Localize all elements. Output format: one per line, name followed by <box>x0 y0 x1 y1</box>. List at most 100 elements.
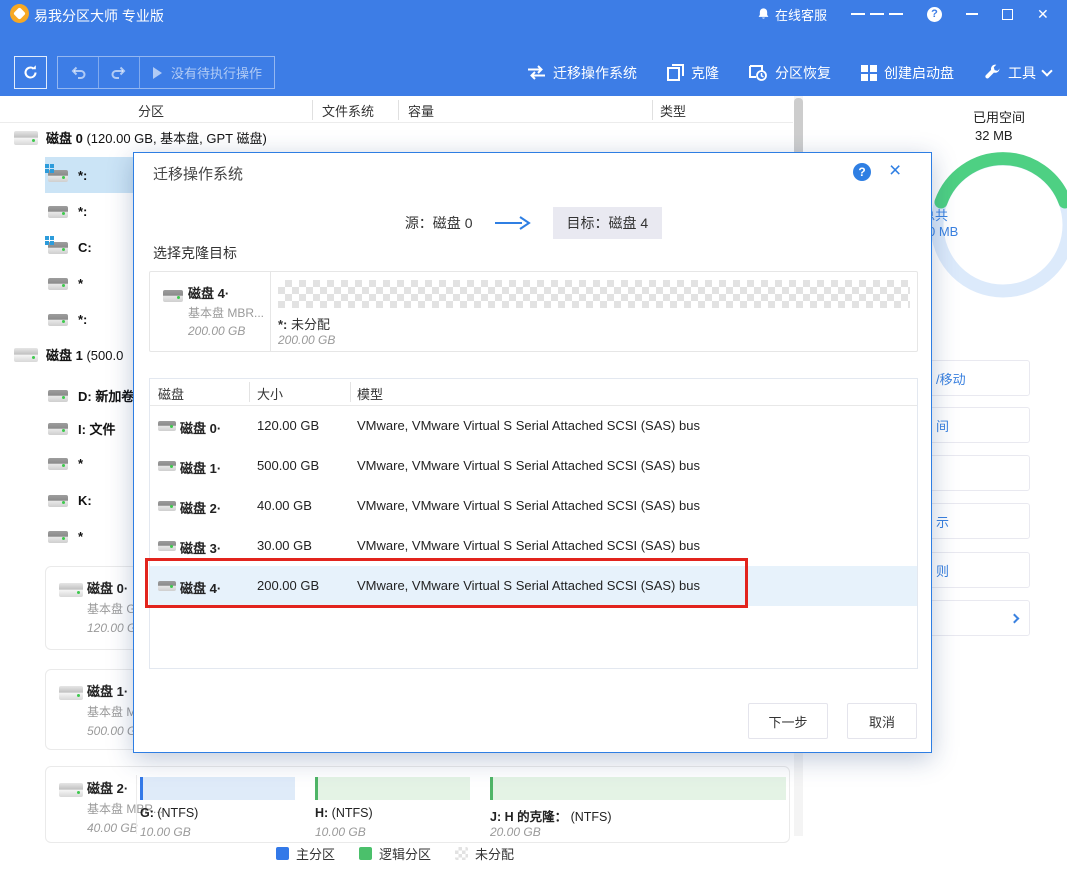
disk-icon <box>59 583 83 597</box>
partition-label-G: G: (NTFS) <box>140 806 198 820</box>
disk-icon <box>158 581 176 591</box>
disk-icon <box>163 290 183 302</box>
windows-badge-icon <box>45 236 49 240</box>
minimize-button[interactable] <box>966 13 978 15</box>
partition-label: *: <box>78 204 87 219</box>
disk-icon <box>14 348 38 362</box>
disk-table-row-4-selected[interactable]: 磁盘 4· 200.00 GB VMware, VMware Virtual S… <box>150 566 917 606</box>
migrate-os-button[interactable]: 迁移操作系统 <box>527 63 637 83</box>
help-button[interactable]: ? <box>927 7 942 22</box>
maximize-button[interactable] <box>1002 9 1013 20</box>
tree-partition-item[interactable]: *: <box>48 312 87 327</box>
source-target-row: 源：磁盘 0 目标：磁盘 4 <box>134 207 933 239</box>
partition-recovery-icon <box>749 64 768 81</box>
table-header-model: 模型 <box>357 384 383 403</box>
undo-icon <box>70 66 86 80</box>
partition-label: * <box>78 276 83 291</box>
partition-icon <box>48 423 68 435</box>
create-bootdisk-button[interactable]: 创建启动盘 <box>861 63 954 83</box>
tree-partition-item[interactable]: *: <box>48 168 87 183</box>
chevron-right-icon <box>1010 613 1020 623</box>
partition-label: *: <box>78 168 87 183</box>
cell-model: VMware, VMware Virtual S Serial Attached… <box>357 578 700 593</box>
partition-bar-J[interactable] <box>490 777 786 800</box>
legend-primary: 主分区 <box>276 844 335 863</box>
partition-icon <box>48 206 68 218</box>
execute-operations-button[interactable]: 没有待执行操作 <box>140 57 274 88</box>
unallocated-label: *: 未分配 <box>278 314 330 333</box>
cell-size: 500.00 GB <box>257 458 319 473</box>
partition-bar-H[interactable] <box>315 777 470 800</box>
app-window: 已用空间 32 MB 总共 0 MB /移动 间 示 则 易我分区大师 专业版 … <box>0 0 1067 876</box>
online-service-button[interactable]: 在线客服 <box>757 5 827 24</box>
tree-partition-item[interactable]: *: <box>48 204 87 219</box>
target-disk-card: 磁盘 4· 基本盘 MBR... 200.00 GB *: 未分配 200.00… <box>149 271 918 352</box>
partition-bar-G[interactable] <box>140 777 295 800</box>
maximize-icon <box>1002 9 1013 20</box>
tree-partition-item[interactable]: * <box>48 456 83 471</box>
partition-label: *: <box>78 312 87 327</box>
dialog-title: 迁移操作系统 <box>153 163 243 184</box>
disk-name: 磁盘 0 <box>46 131 83 146</box>
partition-recovery-button[interactable]: 分区恢复 <box>749 63 831 83</box>
card-divider <box>270 272 271 351</box>
create-bootdisk-label: 创建启动盘 <box>884 63 954 83</box>
disk-card-name: 磁盘 2· <box>87 778 128 797</box>
unallocated-color-swatch <box>455 847 468 860</box>
redo-button[interactable] <box>99 57 140 88</box>
cancel-button[interactable]: 取消 <box>847 703 917 739</box>
next-button[interactable]: 下一步 <box>748 703 828 739</box>
tree-partition-item[interactable]: * <box>48 529 83 544</box>
create-bootdisk-icon <box>861 65 877 81</box>
logical-color-swatch <box>359 847 372 860</box>
side-button-label: /移动 <box>936 369 966 388</box>
primary-color-swatch <box>276 847 289 860</box>
partition-label: D: 新加卷 <box>78 386 134 405</box>
bell-icon <box>757 7 770 21</box>
partition-icon <box>48 531 68 543</box>
cell-model: VMware, VMware Virtual S Serial Attached… <box>357 498 700 513</box>
side-button-label: 示 <box>936 512 949 531</box>
tree-partition-item[interactable]: C: <box>48 240 92 255</box>
cell-disk: 磁盘 4· <box>180 578 221 597</box>
tree-partition-item[interactable]: D: 新加卷 <box>48 386 134 405</box>
tree-partition-item[interactable]: I: 文件 <box>48 419 116 438</box>
chevron-down-icon <box>1041 65 1052 76</box>
clone-button[interactable]: 克隆 <box>667 63 719 83</box>
tools-label: 工具 <box>1008 63 1036 83</box>
select-clone-target-label: 选择克隆目标 <box>153 243 237 263</box>
disk-icon <box>158 501 176 511</box>
cell-size: 40.00 GB <box>257 498 312 513</box>
close-button[interactable]: ✕ <box>1037 6 1053 23</box>
used-space-label: 已用空间 <box>973 107 1025 126</box>
tree-disk-0[interactable]: 磁盘 0 (120.00 GB, 基本盘, GPT 磁盘) <box>14 128 267 147</box>
target-card-size: 200.00 GB <box>188 324 245 338</box>
tree-partition-item[interactable]: * <box>48 276 83 291</box>
unallocated-space-bar[interactable] <box>278 280 910 308</box>
tree-partition-item[interactable]: K: <box>48 493 92 508</box>
tools-menu-button[interactable]: 工具 <box>984 63 1051 83</box>
disk-name: 磁盘 1 <box>46 348 83 363</box>
disk-table-row-1[interactable]: 磁盘 1· 500.00 GB VMware, VMware Virtual S… <box>150 446 917 486</box>
partition-recovery-label: 分区恢复 <box>775 63 831 83</box>
arrow-right-icon <box>495 216 531 230</box>
dialog-close-icon[interactable]: × <box>889 159 901 183</box>
refresh-button[interactable] <box>14 56 47 89</box>
disk-table-row-0[interactable]: 磁盘 0· 120.00 GB VMware, VMware Virtual S… <box>150 406 917 446</box>
partition-icon <box>48 170 68 182</box>
disk-table-row-3[interactable]: 磁盘 3· 30.00 GB VMware, VMware Virtual S … <box>150 526 917 566</box>
disk-table-row-2[interactable]: 磁盘 2· 40.00 GB VMware, VMware Virtual S … <box>150 486 917 526</box>
dialog-help-icon[interactable]: ? <box>853 163 871 181</box>
disk-icon <box>158 461 176 471</box>
partition-label: I: 文件 <box>78 419 116 438</box>
column-header-capacity: 容量 <box>408 101 434 120</box>
partition-size-H: 10.00 GB <box>315 825 366 839</box>
partition-label: * <box>78 456 83 471</box>
operation-list-button[interactable] <box>851 11 903 17</box>
tree-disk-1[interactable]: 磁盘 1 (500.0 <box>14 345 123 364</box>
partition-icon <box>48 458 68 470</box>
wrench-icon <box>984 64 1001 81</box>
disk-table-header: 磁盘 大小 模型 <box>150 379 917 406</box>
partition-label: K: <box>78 493 92 508</box>
undo-button[interactable] <box>58 57 99 88</box>
